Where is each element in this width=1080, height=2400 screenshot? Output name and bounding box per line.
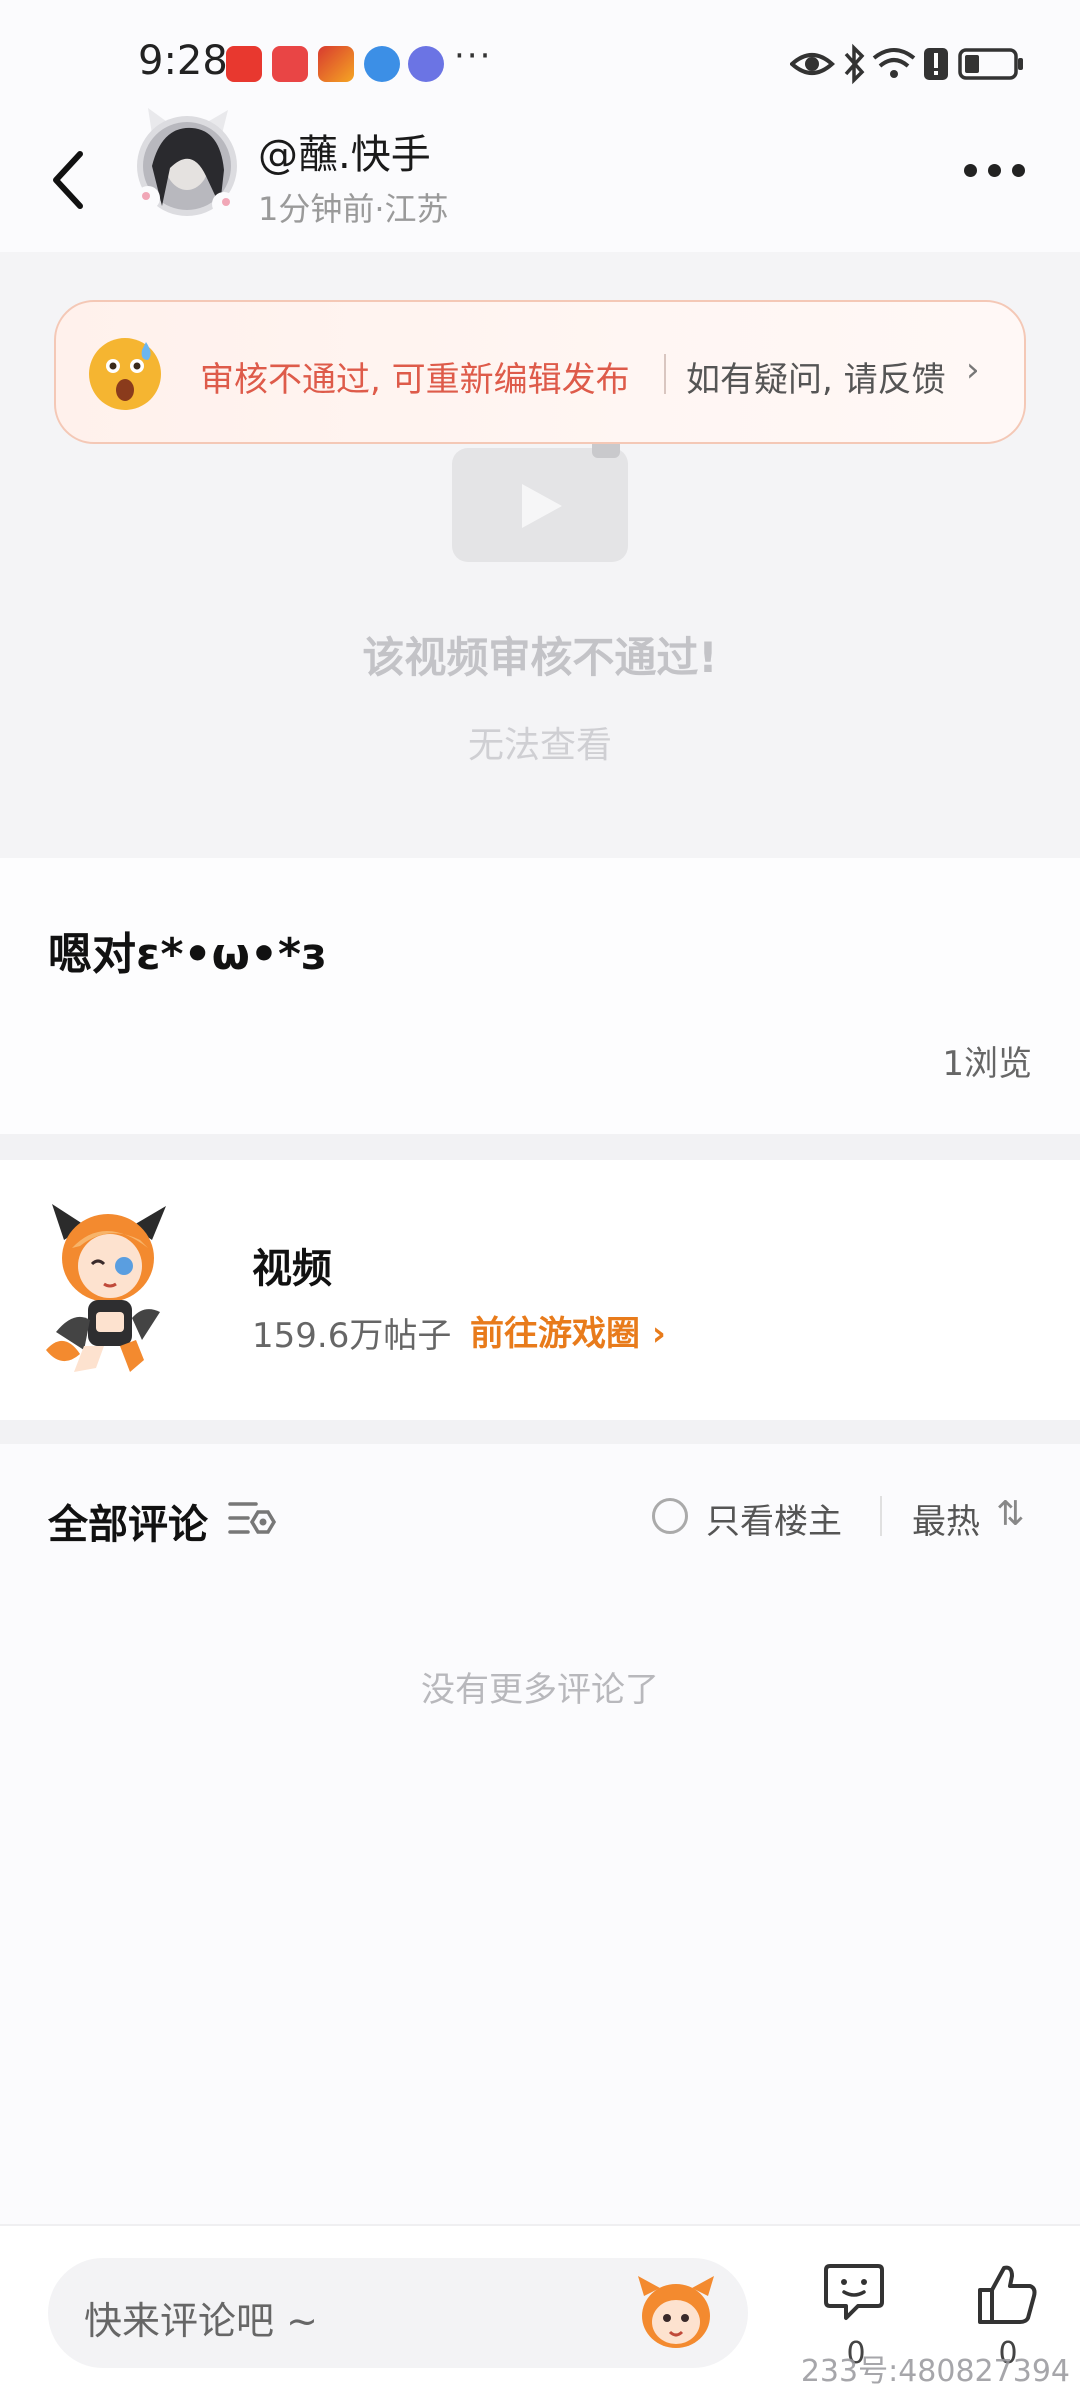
eye-icon — [790, 53, 835, 75]
username[interactable]: @蘸.快手 — [258, 122, 431, 180]
comment-input-placeholder: 快来评论吧 ~ — [84, 2299, 318, 2343]
watermark: 233号:480827394 — [800, 2354, 1070, 2389]
status-time: 9:28 — [138, 38, 228, 84]
video-status-title: 该视频审核不通过! — [362, 633, 718, 682]
video-unavailable-icon — [452, 432, 628, 562]
comments-section — [0, 1444, 1080, 2224]
only-op-label[interactable]: 只看楼主 — [706, 1494, 842, 1543]
post-text: 嗯对ε*•ω•*з — [48, 929, 327, 980]
alert-icon — [924, 48, 948, 80]
dot-icon — [1012, 164, 1025, 177]
battery-icon — [958, 48, 1023, 80]
circle-mascot-image — [46, 1204, 166, 1372]
post-content — [0, 858, 1080, 1134]
comment-filter-icon[interactable] — [228, 1496, 280, 1540]
game-app-icon — [318, 46, 354, 82]
comment-input[interactable]: 快来评论吧 ~ — [48, 2258, 748, 2368]
sort-icon[interactable]: ⇅ — [996, 1494, 1025, 1534]
review-notice-banner[interactable]: 审核不通过, 可重新编辑发布 如有疑问, 请反馈 › — [54, 300, 1026, 444]
xiaohongshu-icon — [226, 46, 262, 82]
go-to-circle-link[interactable]: 前往游戏圈 › — [470, 1306, 666, 1355]
circle-post-count: 159.6万帖子 — [252, 1316, 452, 1356]
dot-icon — [988, 164, 1001, 177]
browser-icon — [364, 46, 400, 82]
bluetooth-icon — [844, 43, 865, 85]
only-op-radio[interactable] — [652, 1498, 688, 1534]
wifi-icon — [872, 48, 916, 78]
like-icon[interactable] — [976, 2262, 1040, 2326]
notice-divider — [664, 354, 666, 394]
section-divider — [0, 1420, 1080, 1444]
system-icons — [790, 43, 1023, 85]
chevron-right-icon: › — [966, 350, 980, 390]
video-status-subtitle: 无法查看 — [467, 725, 612, 766]
emoji-mascot-icon[interactable] — [636, 2276, 716, 2350]
dot-icon — [964, 164, 977, 177]
back-button[interactable] — [40, 140, 100, 220]
more-button[interactable] — [956, 150, 1036, 190]
view-count: 1浏览 — [942, 1044, 1032, 1084]
music-icon — [408, 46, 444, 82]
more-status-icon: ··· — [454, 36, 493, 76]
feedback-link[interactable]: 如有疑问, 请反馈 — [686, 352, 946, 401]
no-more-comments: 没有更多评论了 — [421, 1670, 659, 1710]
section-divider — [0, 1134, 1080, 1160]
circle-name: 视频 — [252, 1246, 332, 1292]
back-arrow-icon — [53, 151, 83, 209]
huawei-store-icon — [272, 46, 308, 82]
comments-title: 全部评论 — [48, 1502, 208, 1548]
review-failed-message: 审核不通过, 可重新编辑发布 — [200, 360, 630, 400]
post-meta: 1分钟前·江苏 — [258, 190, 449, 228]
avatar[interactable] — [132, 106, 242, 224]
sort-divider — [880, 1496, 882, 1536]
comment-icon[interactable] — [822, 2260, 886, 2326]
sort-hot-button[interactable]: 最热 — [912, 1494, 980, 1543]
shocked-emoji-icon — [89, 338, 161, 410]
